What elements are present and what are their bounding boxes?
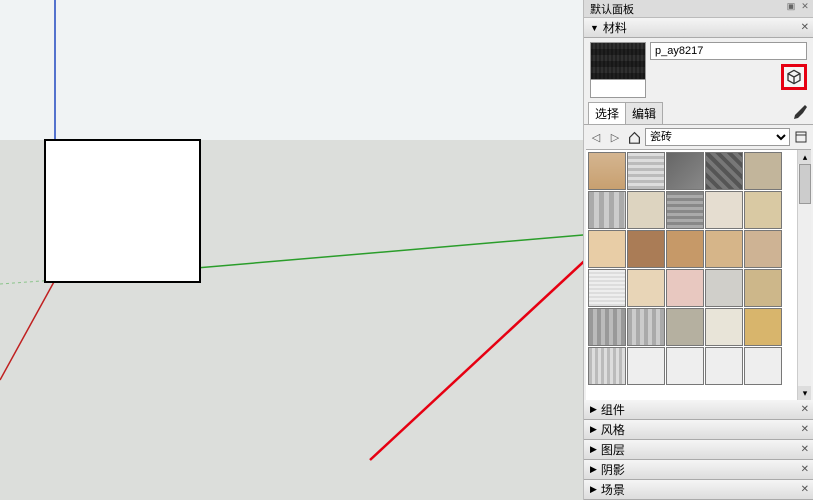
close-icon[interactable]: ✕ [799, 0, 811, 12]
material-swatch[interactable] [705, 347, 743, 385]
material-swatch[interactable] [744, 230, 782, 268]
section-styles-header[interactable]: ▶ 风格 ✕ [584, 420, 813, 440]
library-select[interactable]: 瓷砖 [645, 128, 790, 146]
material-swatch[interactable] [627, 230, 665, 268]
caret-right-icon: ▶ [590, 444, 597, 455]
tray-title: 默认面板 [590, 1, 634, 17]
section-scenes-header[interactable]: ▶ 场景 ✕ [584, 480, 813, 500]
section-close-icon[interactable]: ✕ [801, 22, 809, 33]
section-label: 阴影 [601, 461, 625, 478]
section-label: 图层 [601, 441, 625, 458]
material-swatch[interactable] [588, 308, 626, 346]
default-tray-panel: 默认面板 ▣ ✕ ▼ 材料 ✕ 选择 编辑 [583, 0, 813, 500]
material-swatch[interactable] [588, 269, 626, 307]
section-label: 材料 [603, 19, 627, 36]
material-swatch[interactable] [588, 152, 626, 190]
material-swatch[interactable] [627, 347, 665, 385]
caret-right-icon: ▶ [590, 424, 597, 435]
tab-select[interactable]: 选择 [588, 102, 626, 124]
material-swatch[interactable] [744, 191, 782, 229]
section-components-header[interactable]: ▶ 组件 ✕ [584, 400, 813, 420]
material-swatch[interactable] [705, 152, 743, 190]
section-close-icon[interactable]: ✕ [801, 424, 809, 435]
material-swatch[interactable] [705, 191, 743, 229]
material-name-input[interactable] [650, 42, 807, 60]
eyedropper-icon[interactable] [793, 105, 809, 121]
material-swatch[interactable] [666, 152, 704, 190]
material-swatch[interactable] [666, 308, 704, 346]
nav-forward-button[interactable]: ▷ [607, 129, 623, 145]
caret-right-icon: ▶ [590, 484, 597, 495]
caret-right-icon: ▶ [590, 464, 597, 475]
material-swatch[interactable] [744, 347, 782, 385]
material-swatch[interactable] [666, 230, 704, 268]
section-label: 场景 [601, 481, 625, 498]
materials-panel-body: 选择 编辑 ◁ ▷ 瓷砖 [584, 38, 813, 400]
material-swatch[interactable] [627, 191, 665, 229]
scroll-up-button[interactable]: ▴ [798, 150, 811, 164]
material-swatch[interactable] [705, 230, 743, 268]
material-swatch[interactable] [627, 152, 665, 190]
section-label: 风格 [601, 421, 625, 438]
material-swatch[interactable] [588, 191, 626, 229]
caret-down-icon: ▼ [590, 23, 599, 33]
nav-back-button[interactable]: ◁ [588, 129, 604, 145]
scroll-thumb[interactable] [799, 164, 811, 204]
material-swatch[interactable] [744, 269, 782, 307]
material-thumbnail-grid [586, 150, 811, 387]
material-swatch[interactable] [705, 269, 743, 307]
viewport-3d[interactable] [0, 0, 583, 500]
section-label: 组件 [601, 401, 625, 418]
section-materials-header[interactable]: ▼ 材料 ✕ [584, 18, 813, 38]
scroll-down-button[interactable]: ▾ [798, 386, 811, 400]
nav-home-button[interactable] [626, 129, 642, 145]
material-swatch[interactable] [666, 347, 704, 385]
material-swatch[interactable] [627, 269, 665, 307]
create-material-button[interactable] [781, 64, 807, 90]
library-menu-button[interactable] [793, 129, 809, 145]
current-material-swatch[interactable] [590, 42, 646, 98]
material-swatch[interactable] [588, 230, 626, 268]
material-swatch[interactable] [666, 191, 704, 229]
caret-right-icon: ▶ [590, 404, 597, 415]
tray-title-bar[interactable]: 默认面板 ▣ ✕ [584, 0, 813, 18]
section-close-icon[interactable]: ✕ [801, 484, 809, 495]
material-swatch[interactable] [705, 308, 743, 346]
material-swatch[interactable] [627, 308, 665, 346]
section-layers-header[interactable]: ▶ 图层 ✕ [584, 440, 813, 460]
section-close-icon[interactable]: ✕ [801, 464, 809, 475]
tab-edit[interactable]: 编辑 [625, 102, 663, 124]
material-swatch[interactable] [588, 347, 626, 385]
material-swatch[interactable] [744, 308, 782, 346]
section-close-icon[interactable]: ✕ [801, 404, 809, 415]
pin-icon[interactable]: ▣ [785, 0, 797, 12]
material-swatch[interactable] [744, 152, 782, 190]
material-swatch[interactable] [666, 269, 704, 307]
grid-scrollbar[interactable]: ▴ ▾ [797, 150, 811, 400]
section-close-icon[interactable]: ✕ [801, 444, 809, 455]
section-shadows-header[interactable]: ▶ 阴影 ✕ [584, 460, 813, 480]
